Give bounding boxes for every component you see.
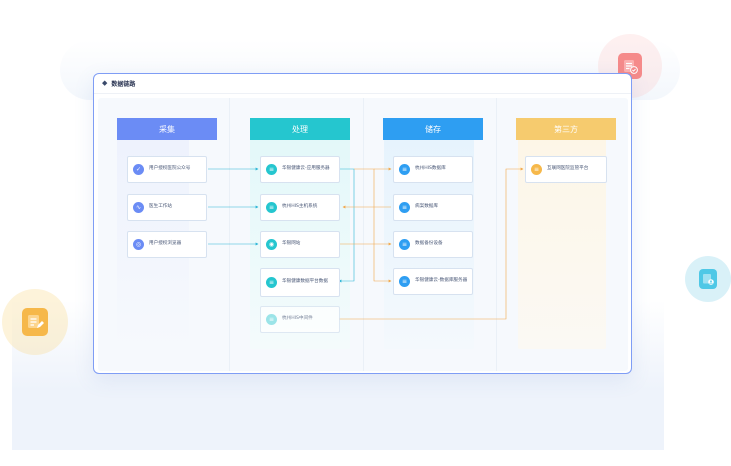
server-icon: ≡ [266,314,277,325]
server-icon: ≡ [266,164,277,175]
node-app-server[interactable]: ≡ 华银健康云-应用服务器 [260,156,340,183]
diagram-canvas: 采集 处理 储存 第三方 ✓ 用户授权医院公众号 ∿ 医生工作站 ◎ 用户授权浏… [98,98,628,371]
database-icon: ≡ [399,239,410,250]
node-db-server[interactable]: ≡ 华银健康云-数据库服务器 [393,268,473,295]
node-label: 华银网站 [282,241,301,247]
database-icon: ≡ [531,164,542,175]
user-card-badge [685,256,731,302]
database-icon: ≡ [399,164,410,175]
server-icon: ≡ [266,202,277,213]
node-backup-device[interactable]: ≡ 数据备份设备 [393,231,473,258]
node-label: 杭州HIS主机系统 [282,204,318,210]
window-header: ◆ 数据链路 [94,74,631,94]
node-his-database[interactable]: ≡ 杭州HIS数据库 [393,156,473,183]
node-data-platform[interactable]: ≡ 华银健康数据平台数据 [260,268,340,297]
user-card-icon [703,274,714,285]
node-label: 杭州HIS中间件 [282,316,313,322]
back-arrow-icon[interactable]: ◆ [102,80,107,87]
server-icon: ≡ [266,277,277,288]
node-record-database[interactable]: ≡ 病案数据库 [393,194,473,221]
stethoscope-icon: ∿ [133,202,144,213]
database-icon: ≡ [399,276,410,287]
node-regulatory-platform[interactable]: ≡ 互联网医院监管平台 [525,156,607,183]
note-edit-badge [2,289,68,355]
node-label: 医生工作站 [149,204,172,210]
node-user-browser[interactable]: ◎ 用户授权浏览器 [127,231,207,258]
node-label: 杭州HIS数据库 [415,166,446,172]
node-wechat-official-account[interactable]: ✓ 用户授权医院公众号 [127,156,207,183]
database-icon: ≡ [399,202,410,213]
node-label: 用户授权医院公众号 [149,166,191,172]
browser-icon: ◎ [133,239,144,250]
node-label: 数据备份设备 [415,241,443,247]
node-label: 华银健康数据平台数据 [282,279,328,285]
node-label: 华银健康云-数据库服务器 [415,278,468,284]
note-edit-icon [28,315,44,328]
node-his-host[interactable]: ≡ 杭州HIS主机系统 [260,194,340,221]
node-doctor-workstation[interactable]: ∿ 医生工作站 [127,194,207,221]
node-label: 病案数据库 [415,204,438,210]
node-label: 华银健康云-应用服务器 [282,166,330,172]
node-website[interactable]: ◉ 华银网站 [260,231,340,258]
node-his-middleware[interactable]: ≡ 杭州HIS中间件 [260,306,340,333]
node-label: 互联网医院监管平台 [547,166,589,172]
node-label: 用户授权浏览器 [149,241,182,247]
globe-icon: ◉ [266,239,277,250]
data-link-window: ◆ 数据链路 采集 处理 储存 第三方 ✓ 用户授权医院公众号 ∿ 医生工作站 … [93,73,632,374]
window-title: 数据链路 [111,81,136,88]
shield-icon: ✓ [133,164,144,175]
